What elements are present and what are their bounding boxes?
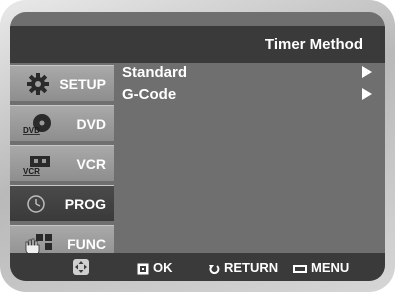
- menu-label: MENU: [311, 260, 350, 275]
- sidebar-item-setup[interactable]: SETUP: [10, 65, 114, 101]
- menu-list: Standard G-Code: [122, 62, 372, 106]
- gear-icon: [27, 73, 49, 95]
- sidebar-item-dvd[interactable]: DVD DVD: [10, 105, 114, 141]
- vcr-badge: VCR: [23, 167, 40, 176]
- dvd-badge: DVD: [23, 126, 40, 135]
- vcr-cassette-icon: VCR: [23, 156, 50, 176]
- ok-label: OK: [153, 260, 173, 275]
- enter-icon: [137, 263, 149, 275]
- clock-icon: [27, 195, 45, 213]
- dvd-disc-icon: DVD: [23, 114, 51, 135]
- bottom-bar: OK RETURN MENU: [10, 253, 385, 281]
- sidebar-item-prog[interactable]: PROG: [10, 185, 114, 221]
- return-icon: [209, 264, 220, 274]
- sidebar-item-label: DVD: [76, 116, 106, 132]
- sidebar-item-label: SETUP: [59, 76, 106, 92]
- dpad-icon: [73, 259, 89, 275]
- page-title: Timer Method: [264, 36, 363, 53]
- sidebar-item-vcr[interactable]: VCR VCR: [10, 145, 114, 181]
- return-label: RETURN: [224, 260, 279, 275]
- osd-screen: Timer Method SETUP DVD DVD VCR VCR PROG …: [10, 12, 385, 281]
- return-hint: RETURN: [208, 260, 278, 275]
- title-bar: Timer Method: [10, 26, 385, 63]
- menu-hint: MENU: [293, 260, 349, 275]
- sidebar-item-label: VCR: [76, 156, 106, 172]
- arrow-right-icon: [362, 66, 372, 78]
- menu-item-standard[interactable]: Standard: [122, 62, 372, 84]
- ok-hint: OK: [137, 260, 173, 275]
- menu-item-label: G-Code: [122, 86, 177, 103]
- menu-item-label: Standard: [122, 64, 188, 81]
- arrow-right-icon: [362, 88, 372, 100]
- sidebar-item-label: FUNC: [67, 236, 106, 252]
- menu-item-g-code[interactable]: G-Code: [122, 84, 372, 106]
- sidebar: SETUP DVD DVD VCR VCR PROG FUNC: [10, 65, 114, 265]
- menu-icon: [293, 264, 307, 273]
- sidebar-item-label: PROG: [64, 196, 106, 212]
